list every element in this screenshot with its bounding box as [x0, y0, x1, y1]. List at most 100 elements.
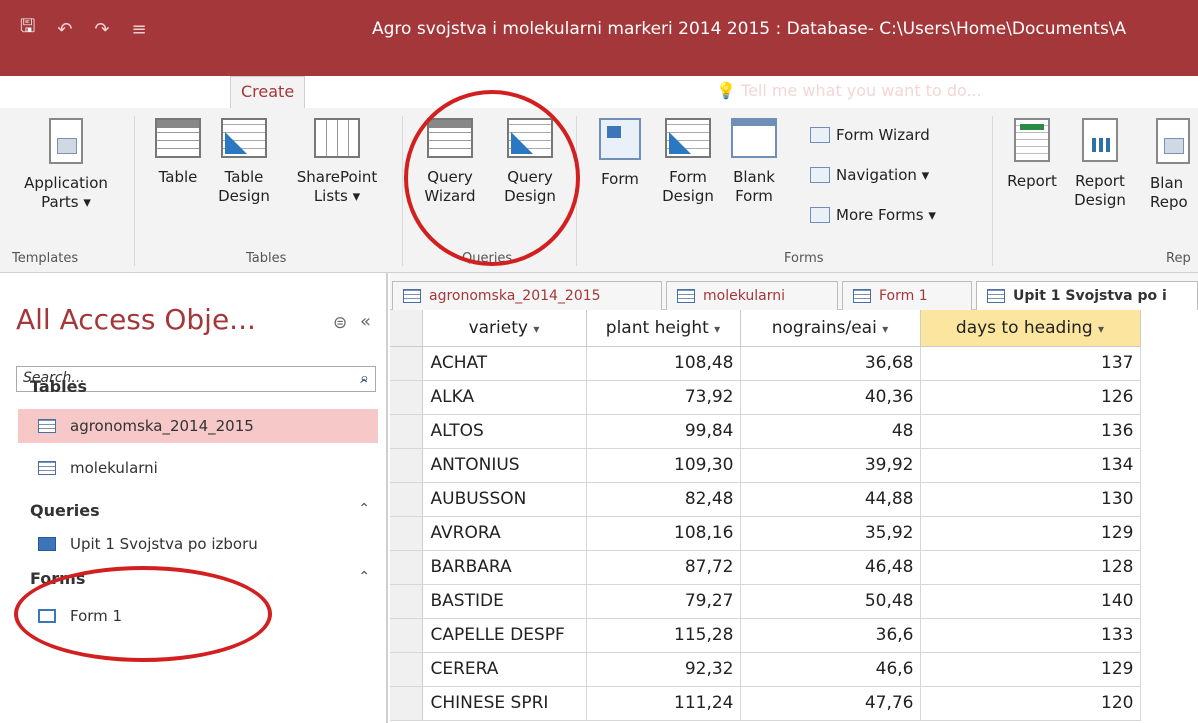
redo-icon[interactable]: ↷ — [94, 19, 109, 40]
table-cell[interactable]: 47,76 — [740, 686, 921, 721]
form-wizard-button[interactable]: Form Wizard — [810, 126, 930, 144]
table-row[interactable]: BARBARA 87,72 46,48 128 — [390, 550, 1141, 585]
table-cell[interactable]: BARBARA — [422, 550, 587, 585]
save-icon[interactable]: 🖫 — [20, 14, 35, 44]
nav-pane-title[interactable]: All Access Obje... — [16, 303, 256, 336]
table-row[interactable]: CHINESE SPRI 111,24 47,76 120 — [390, 686, 1141, 721]
nav-item-molekularni[interactable]: molekularni — [18, 451, 378, 485]
table-cell[interactable]: 79,27 — [586, 584, 741, 619]
table-cell[interactable]: 120 — [920, 686, 1141, 721]
table-cell[interactable]: 137 — [920, 346, 1141, 381]
table-cell[interactable]: 133 — [920, 618, 1141, 653]
application-parts-button[interactable]: Application Parts ▾ — [6, 118, 126, 212]
table-cell[interactable]: 87,72 — [586, 550, 741, 585]
table-cell[interactable]: 129 — [920, 516, 1141, 551]
table-cell[interactable]: ACHAT — [422, 346, 587, 381]
column-header-variety[interactable]: variety ▾ — [422, 310, 587, 347]
table-cell[interactable]: 40,36 — [740, 380, 921, 415]
table-cell[interactable]: 48 — [740, 414, 921, 449]
table-cell[interactable]: BASTIDE — [422, 584, 587, 619]
nav-group-tables[interactable]: Tables ⌃ — [30, 377, 370, 396]
table-cell[interactable]: ANTONIUS — [422, 448, 587, 483]
table-row[interactable]: CERERA 92,32 46,6 129 — [390, 652, 1141, 687]
row-selector[interactable] — [390, 346, 423, 381]
table-cell[interactable]: CAPELLE DESPF — [422, 618, 587, 653]
table-cell[interactable]: 39,92 — [740, 448, 921, 483]
undo-icon[interactable]: ↶ — [57, 19, 72, 40]
table-cell[interactable]: AUBUSSON — [422, 482, 587, 517]
nav-group-queries[interactable]: Queries ⌃ — [30, 501, 370, 520]
row-selector[interactable] — [390, 618, 423, 653]
nav-item-upit-1[interactable]: Upit 1 Svojstva po izboru — [18, 527, 378, 561]
table-cell[interactable]: 73,92 — [586, 380, 741, 415]
table-cell[interactable]: ALTOS — [422, 414, 587, 449]
blank-form-button[interactable]: Blank Form — [724, 118, 784, 206]
row-selector[interactable] — [390, 516, 423, 551]
table-row[interactable]: ALTOS 99,84 48 136 — [390, 414, 1141, 449]
row-selector[interactable] — [390, 414, 423, 449]
tab-external-data[interactable]: External Data — [374, 76, 484, 108]
doc-tab-molekularni[interactable]: molekularni — [666, 281, 838, 310]
query-wizard-button[interactable]: Query Wizard — [414, 118, 486, 206]
tab-home[interactable]: Home — [144, 76, 191, 108]
row-selector[interactable] — [390, 584, 423, 619]
dropdown-arrow-icon[interactable]: ▾ — [1098, 322, 1104, 336]
nav-menu-icon[interactable]: ⊜ — [333, 313, 347, 333]
table-cell[interactable]: AVRORA — [422, 516, 587, 551]
table-cell[interactable]: 140 — [920, 584, 1141, 619]
report-design-button[interactable]: Report Design — [1068, 118, 1132, 210]
table-cell[interactable]: 129 — [920, 652, 1141, 687]
more-forms-button[interactable]: More Forms ▾ — [810, 206, 936, 224]
tab-create[interactable]: Create — [230, 76, 306, 108]
table-row[interactable]: ACHAT 108,48 36,68 137 — [390, 346, 1141, 381]
table-cell[interactable]: 109,30 — [586, 448, 741, 483]
table-row[interactable]: BASTIDE 79,27 50,48 140 — [390, 584, 1141, 619]
row-selector[interactable] — [390, 550, 423, 585]
table-cell[interactable]: 92,32 — [586, 652, 741, 687]
column-header-days-to-heading[interactable]: days to heading ▾ — [920, 310, 1141, 347]
table-cell[interactable]: CHINESE SPRI — [422, 686, 587, 721]
nav-group-forms[interactable]: Forms ⌃ — [30, 569, 370, 588]
table-button[interactable]: Table — [148, 118, 208, 187]
table-cell[interactable]: 108,16 — [586, 516, 741, 551]
query-design-button[interactable]: Query Design — [494, 118, 566, 206]
table-cell[interactable]: 111,24 — [586, 686, 741, 721]
table-design-button[interactable]: Table Design — [212, 118, 276, 206]
nav-item-form-1[interactable]: Form 1 — [18, 599, 378, 633]
form-design-button[interactable]: Form Design — [656, 118, 720, 206]
column-header-nograins[interactable]: nograins/eai ▾ — [740, 310, 921, 347]
table-cell[interactable]: 46,6 — [740, 652, 921, 687]
select-all-cell[interactable] — [390, 310, 423, 347]
table-cell[interactable]: 82,48 — [586, 482, 741, 517]
row-selector[interactable] — [390, 686, 423, 721]
dropdown-arrow-icon[interactable]: ▾ — [533, 322, 539, 336]
table-cell[interactable]: 44,88 — [740, 482, 921, 517]
table-cell[interactable]: 99,84 — [586, 414, 741, 449]
row-selector[interactable] — [390, 448, 423, 483]
table-cell[interactable]: 35,92 — [740, 516, 921, 551]
report-button[interactable]: Report — [1000, 118, 1064, 191]
doc-tab-form-1[interactable]: Form 1 — [842, 281, 972, 310]
sharepoint-lists-button[interactable]: SharePoint Lists ▾ — [282, 118, 392, 206]
table-cell[interactable]: 50,48 — [740, 584, 921, 619]
table-cell[interactable]: 36,68 — [740, 346, 921, 381]
table-cell[interactable]: ALKA — [422, 380, 587, 415]
table-cell[interactable]: 128 — [920, 550, 1141, 585]
doc-tab-upit-1[interactable]: Upit 1 Svojstva po i — [976, 281, 1198, 310]
nav-item-agronomska[interactable]: agronomska_2014_2015 — [18, 409, 378, 443]
row-selector[interactable] — [390, 652, 423, 687]
table-cell[interactable]: 108,48 — [586, 346, 741, 381]
row-selector[interactable] — [390, 380, 423, 415]
table-row[interactable]: CAPELLE DESPF 115,28 36,6 133 — [390, 618, 1141, 653]
collapse-pane-icon[interactable]: « — [360, 311, 371, 332]
table-cell[interactable]: 115,28 — [586, 618, 741, 653]
form-button[interactable]: Form — [590, 118, 650, 189]
table-cell[interactable]: CERERA — [422, 652, 587, 687]
table-cell[interactable]: 46,48 — [740, 550, 921, 585]
table-row[interactable]: AVRORA 108,16 35,92 129 — [390, 516, 1141, 551]
tab-file[interactable]: File — [22, 76, 49, 108]
navigation-button[interactable]: Navigation ▾ — [810, 166, 929, 184]
tell-me-box[interactable]: 💡 Tell me what you want to do... — [716, 76, 982, 106]
tab-database-tools[interactable]: Database Tools — [536, 76, 657, 108]
dropdown-arrow-icon[interactable]: ▾ — [882, 322, 888, 336]
